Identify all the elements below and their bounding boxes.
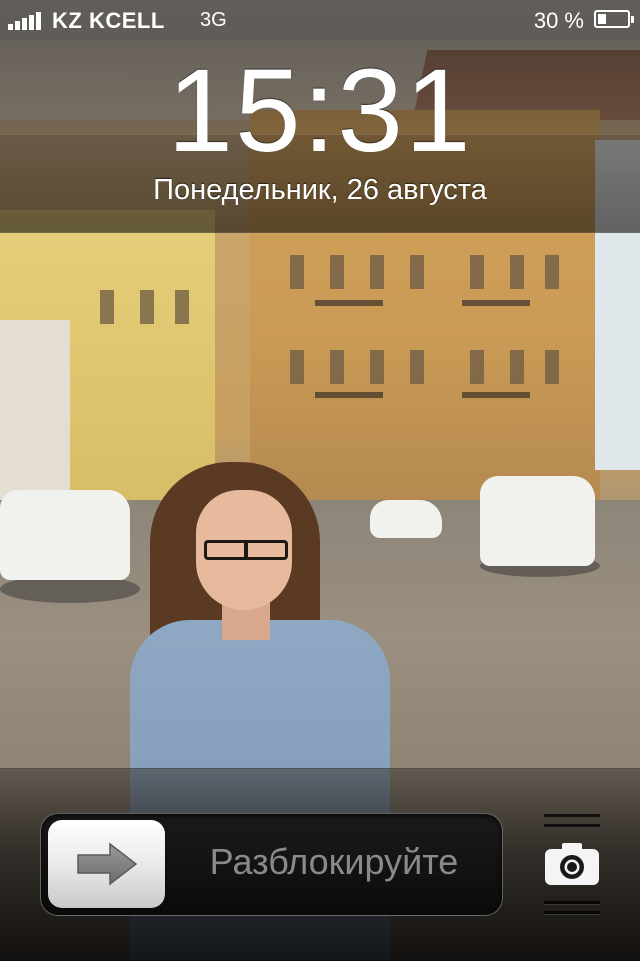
camera-grip-line bbox=[544, 814, 600, 818]
battery-percentage: 30 % bbox=[533, 8, 584, 33]
camera-grip-line bbox=[544, 911, 600, 915]
camera-grip-line bbox=[544, 824, 600, 828]
network-type: 3G bbox=[200, 9, 227, 31]
camera-icon[interactable] bbox=[544, 842, 600, 886]
battery-level-fill bbox=[598, 14, 606, 24]
arrow-right-icon bbox=[77, 842, 138, 886]
unlock-slider-label: Разблокируйте bbox=[209, 841, 459, 882]
status-bar: KZ KCELL 3G 30 % bbox=[0, 0, 640, 40]
carrier-name: KZ KCELL bbox=[52, 8, 165, 33]
lock-date: Понедельник, 26 августа bbox=[153, 174, 487, 206]
unlock-slider-knob[interactable] bbox=[48, 820, 165, 908]
clock-panel: 15:31 Понедельник, 26 августа bbox=[0, 40, 640, 233]
camera-grip-line bbox=[544, 901, 600, 905]
lock-time: 15:31 bbox=[167, 45, 473, 177]
battery-icon bbox=[594, 10, 634, 28]
